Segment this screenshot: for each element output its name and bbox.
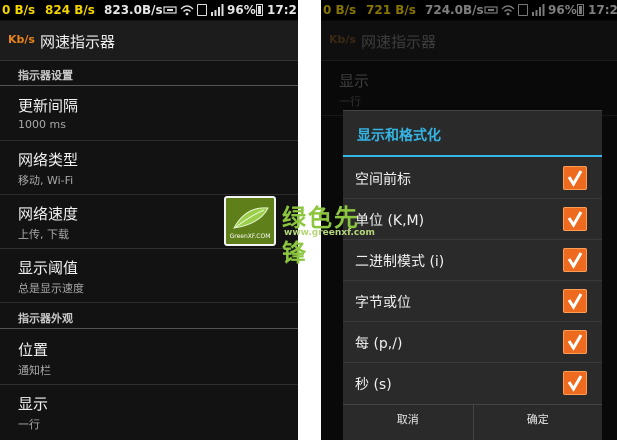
action-bar: Kb/s 网速指示器	[0, 21, 298, 61]
option-label: 字节或位	[355, 295, 411, 311]
display-format-dialog: 显示和格式化 空间前标 单位 (K,M) 二进制模式 (i) 字节或位 每 (p…	[343, 110, 602, 440]
total-speed: 823.0B/s	[104, 3, 163, 17]
section-header-indicator-appearance: 指示器外观	[0, 305, 298, 329]
watermark-logo: GreenXF.COM	[224, 196, 276, 246]
app-icon[interactable]: Kb/s	[8, 33, 35, 46]
usb-icon	[163, 6, 177, 14]
signal-icon	[211, 4, 224, 16]
dialog-title: 显示和格式化	[357, 128, 441, 144]
pref-title: 网络速度	[18, 205, 79, 223]
clock: 17:21	[267, 3, 298, 17]
cancel-button[interactable]: 取消	[343, 405, 473, 440]
pref-update-interval[interactable]: 更新间隔 1000 ms	[0, 87, 298, 141]
watermark: GreenXF.COM 绿色先锋 www.greenxf.com	[224, 196, 384, 267]
pref-summary: 上传, 下载	[18, 228, 69, 241]
battery-icon	[256, 4, 263, 16]
battery-level: 96%	[227, 3, 256, 17]
option-label: 每 (p,/)	[355, 336, 403, 352]
option-space-prefix[interactable]: 空间前标	[343, 158, 602, 199]
tx-speed: 824 B/s	[45, 3, 95, 17]
leaf-icon	[233, 207, 269, 229]
status-bar: 0 B/s 824 B/s 823.0B/s 96% 17:21	[0, 0, 298, 20]
pref-title: 更新间隔	[18, 97, 79, 115]
app-title: 网速指示器	[40, 33, 116, 51]
pref-title: 位置	[18, 341, 49, 359]
status-icons	[163, 4, 224, 16]
checkbox-checked[interactable]	[563, 166, 587, 190]
section-header-label: 指示器外观	[18, 312, 73, 325]
option-seconds[interactable]: 秒 (s)	[343, 363, 602, 404]
sim-icon	[197, 4, 207, 16]
option-per[interactable]: 每 (p,/)	[343, 322, 602, 363]
pref-summary: 1000 ms	[18, 118, 66, 131]
pref-summary: 移动, Wi-Fi	[18, 174, 74, 187]
wifi-icon	[180, 5, 194, 16]
pref-title: 显示	[18, 395, 49, 413]
dialog-button-bar: 取消 确定	[343, 404, 602, 440]
checkbox-checked[interactable]	[563, 248, 587, 272]
checkbox-checked[interactable]	[563, 330, 587, 354]
section-header-indicator-settings: 指示器设置	[0, 62, 298, 86]
option-label: 空间前标	[355, 172, 411, 188]
pref-network-type[interactable]: 网络类型 移动, Wi-Fi	[0, 141, 298, 195]
pref-summary: 通知栏	[18, 364, 51, 377]
pref-summary: 一行	[18, 418, 40, 431]
pref-summary: 总是显示速度	[18, 282, 84, 295]
ok-button[interactable]: 确定	[472, 405, 603, 440]
dialog-divider	[343, 155, 602, 157]
checkbox-checked[interactable]	[563, 371, 587, 395]
pref-title: 显示阈值	[18, 259, 79, 277]
checkbox-checked[interactable]	[563, 207, 587, 231]
pref-title: 网络类型	[18, 151, 79, 169]
watermark-url: www.greenxf.com	[284, 228, 375, 238]
rx-speed: 0 B/s	[2, 3, 36, 17]
option-bytes-or-bits[interactable]: 字节或位	[343, 281, 602, 322]
section-header-label: 指示器设置	[18, 69, 73, 82]
watermark-logo-text: GreenXF.COM	[229, 233, 271, 240]
pref-display[interactable]: 显示 一行	[0, 385, 298, 439]
option-label: 秒 (s)	[355, 377, 392, 393]
checkbox-checked[interactable]	[563, 289, 587, 313]
pref-display-threshold[interactable]: 显示阈值 总是显示速度	[0, 249, 298, 303]
pref-position[interactable]: 位置 通知栏	[0, 331, 298, 385]
